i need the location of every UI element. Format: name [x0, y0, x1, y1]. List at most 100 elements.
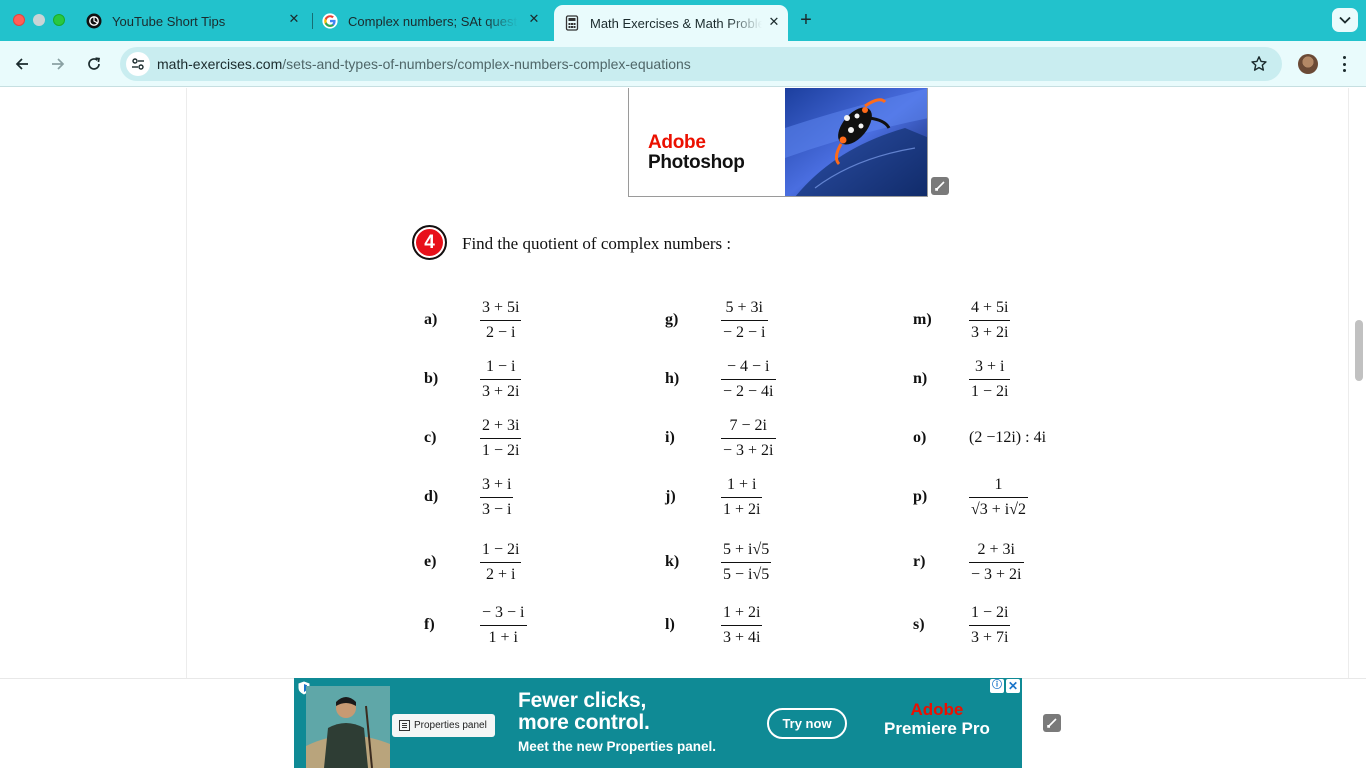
problem-fraction: − 3 − i 1 + i: [480, 604, 527, 647]
fraction-numerator: 2 + 3i: [482, 416, 520, 434]
back-button[interactable]: [11, 53, 33, 75]
problem-item: c) 2 + 3i 1 − 2i: [424, 412, 624, 464]
fraction-numerator: 1 + 2i: [723, 603, 761, 621]
window-minimize-button[interactable]: [33, 14, 45, 26]
problem-fraction: 1 √3 + i√2: [969, 475, 1029, 519]
problem-label: i): [665, 429, 675, 446]
adchoices-icon[interactable]: ⓘ: [990, 679, 1004, 693]
problem-label: r): [913, 553, 926, 570]
fraction-denominator: 5 − i√5: [723, 565, 770, 583]
close-icon[interactable]: ✕: [766, 14, 782, 30]
problem-expression: (2 −12i) : 4i: [969, 429, 1047, 446]
browser-toolbar: math-exercises.com/sets-and-types-of-num…: [0, 41, 1366, 87]
problem-fraction: 3 + i 1 − 2i: [969, 357, 1011, 401]
problem-label: e): [424, 553, 437, 570]
reload-icon: [88, 57, 100, 70]
fraction-denominator: 1 + i: [488, 628, 518, 646]
fraction-numerator: 3 + i: [975, 357, 1005, 375]
problem-fraction: 1 − i 3 + 2i: [480, 358, 522, 401]
ad-subline: Meet the new Properties panel.: [518, 739, 717, 754]
chatgpt-icon: [86, 13, 102, 29]
problem-fraction: 3 + i 3 − i: [480, 476, 514, 519]
reload-button[interactable]: [83, 53, 105, 75]
fraction-denominator: 1 − 2i: [971, 382, 1009, 400]
problem-fraction: 5 + 3i − 2 − i: [721, 299, 768, 342]
address-bar[interactable]: math-exercises.com/sets-and-types-of-num…: [120, 47, 1282, 81]
problem-fraction: 3 + 5i 2 − i: [480, 299, 522, 342]
window-close-button[interactable]: [13, 14, 25, 26]
fraction-denominator: − 2 − i: [723, 323, 766, 341]
fraction-numerator: 5 + i√5: [723, 540, 770, 558]
fraction-numerator: 7 − 2i: [729, 416, 767, 434]
ad-brand-logo: Adobe Photoshop: [648, 132, 745, 173]
problem-fraction: − 4 − i − 2 − 4i: [721, 358, 776, 401]
google-icon: [322, 13, 338, 29]
problem-label: m): [913, 311, 932, 328]
panel-icon: [399, 720, 410, 731]
tab-youtube-short-tips[interactable]: YouTube Short Tips ✕: [80, 8, 308, 34]
problem-item: m) 4 + 5i 3 + 2i: [913, 294, 1113, 346]
problem-label: b): [424, 370, 439, 387]
tab-search-button[interactable]: [1332, 8, 1358, 32]
problem-fraction: 5 + i√5 5 − i√5: [721, 540, 772, 584]
fraction-denominator: √3 + i√2: [971, 500, 1027, 518]
exercise-title: Find the quotient of complex numbers :: [462, 234, 732, 253]
forward-button[interactable]: [47, 53, 69, 75]
problem-label: g): [665, 311, 679, 328]
fraction-numerator: 2 + 3i: [977, 540, 1015, 558]
tab-complex-numbers-search[interactable]: Complex numbers; SAt questions ✕: [316, 8, 548, 34]
url-text[interactable]: math-exercises.com/sets-and-types-of-num…: [157, 56, 691, 72]
scrollbar-thumb[interactable]: [1355, 320, 1363, 381]
photoshop-ad-banner[interactable]: Adobe Photoshop: [628, 88, 928, 197]
problem-item: l) 1 + 2i 3 + 4i: [665, 599, 865, 651]
ad-feedback-icon[interactable]: [931, 177, 949, 195]
problem-fraction: 1 − 2i 2 + i: [480, 541, 522, 584]
premiere-pro-ad-banner[interactable]: Properties panel Fewer clicks, more cont…: [294, 678, 1022, 768]
tab-strip: YouTube Short Tips ✕ Complex numbers; SA…: [0, 0, 1366, 41]
ad-feedback-icon[interactable]: [1043, 714, 1061, 732]
problem-item: n) 3 + i 1 − 2i: [913, 353, 1113, 405]
url-path: /sets-and-types-of-numbers/complex-numbe…: [282, 56, 691, 72]
close-icon[interactable]: ✕: [1006, 679, 1020, 693]
close-icon[interactable]: ✕: [286, 11, 302, 27]
close-icon[interactable]: ✕: [526, 11, 542, 27]
more-menu-button[interactable]: [1336, 54, 1352, 74]
problem-label: a): [424, 311, 438, 328]
problem-fraction: 2 + 3i 1 − 2i: [480, 416, 522, 460]
problem-label: s): [913, 616, 925, 633]
tab-title: Complex numbers; SAt questions: [348, 13, 518, 29]
fraction-numerator: 1 − 2i: [971, 603, 1009, 621]
window-zoom-button[interactable]: [53, 14, 65, 26]
tab-math-exercises[interactable]: Math Exercises & Math Problems ✕: [554, 5, 788, 41]
tune-icon: [132, 58, 144, 70]
problem-item: p) 1 √3 + i√2: [913, 471, 1113, 523]
frog-image: [785, 88, 927, 196]
problem-label: l): [665, 616, 675, 633]
problem-fraction: 7 − 2i − 3 + 2i: [721, 417, 776, 460]
tab-title: YouTube Short Tips: [112, 13, 226, 29]
fraction-denominator: 3 + 2i: [971, 323, 1009, 341]
problem-item: f) − 3 − i 1 + i: [424, 599, 624, 651]
arrow-right-icon: [52, 58, 65, 70]
ad-brand-logo: Adobe Premiere Pro: [884, 700, 990, 738]
fraction-denominator: − 3 + 2i: [723, 441, 774, 459]
try-now-button[interactable]: Try now: [767, 708, 847, 739]
new-tab-button[interactable]: +: [797, 9, 815, 31]
star-icon[interactable]: [1250, 55, 1268, 73]
profile-avatar[interactable]: [1298, 54, 1318, 74]
fraction-numerator: 1: [994, 475, 1003, 493]
problem-item: b) 1 − i 3 + 2i: [424, 353, 624, 405]
problem-item: a) 3 + 5i 2 − i: [424, 294, 624, 346]
fraction-numerator: − 3 − i: [482, 603, 525, 621]
fraction-denominator: 3 − i: [482, 500, 512, 518]
fraction-denominator: 1 − 2i: [482, 441, 520, 459]
problem-fraction: 4 + 5i 3 + 2i: [969, 299, 1011, 342]
problem-label: f): [424, 616, 435, 633]
person-photo: [306, 686, 390, 768]
site-info-button[interactable]: [126, 52, 150, 76]
fraction-denominator: 3 + 2i: [482, 382, 520, 400]
ad-headline: Fewer clicks, more control.: [518, 689, 650, 734]
properties-panel-chip: Properties panel: [392, 714, 495, 737]
problem-label: j): [665, 488, 676, 505]
problem-item: h) − 4 − i − 2 − 4i: [665, 353, 865, 405]
